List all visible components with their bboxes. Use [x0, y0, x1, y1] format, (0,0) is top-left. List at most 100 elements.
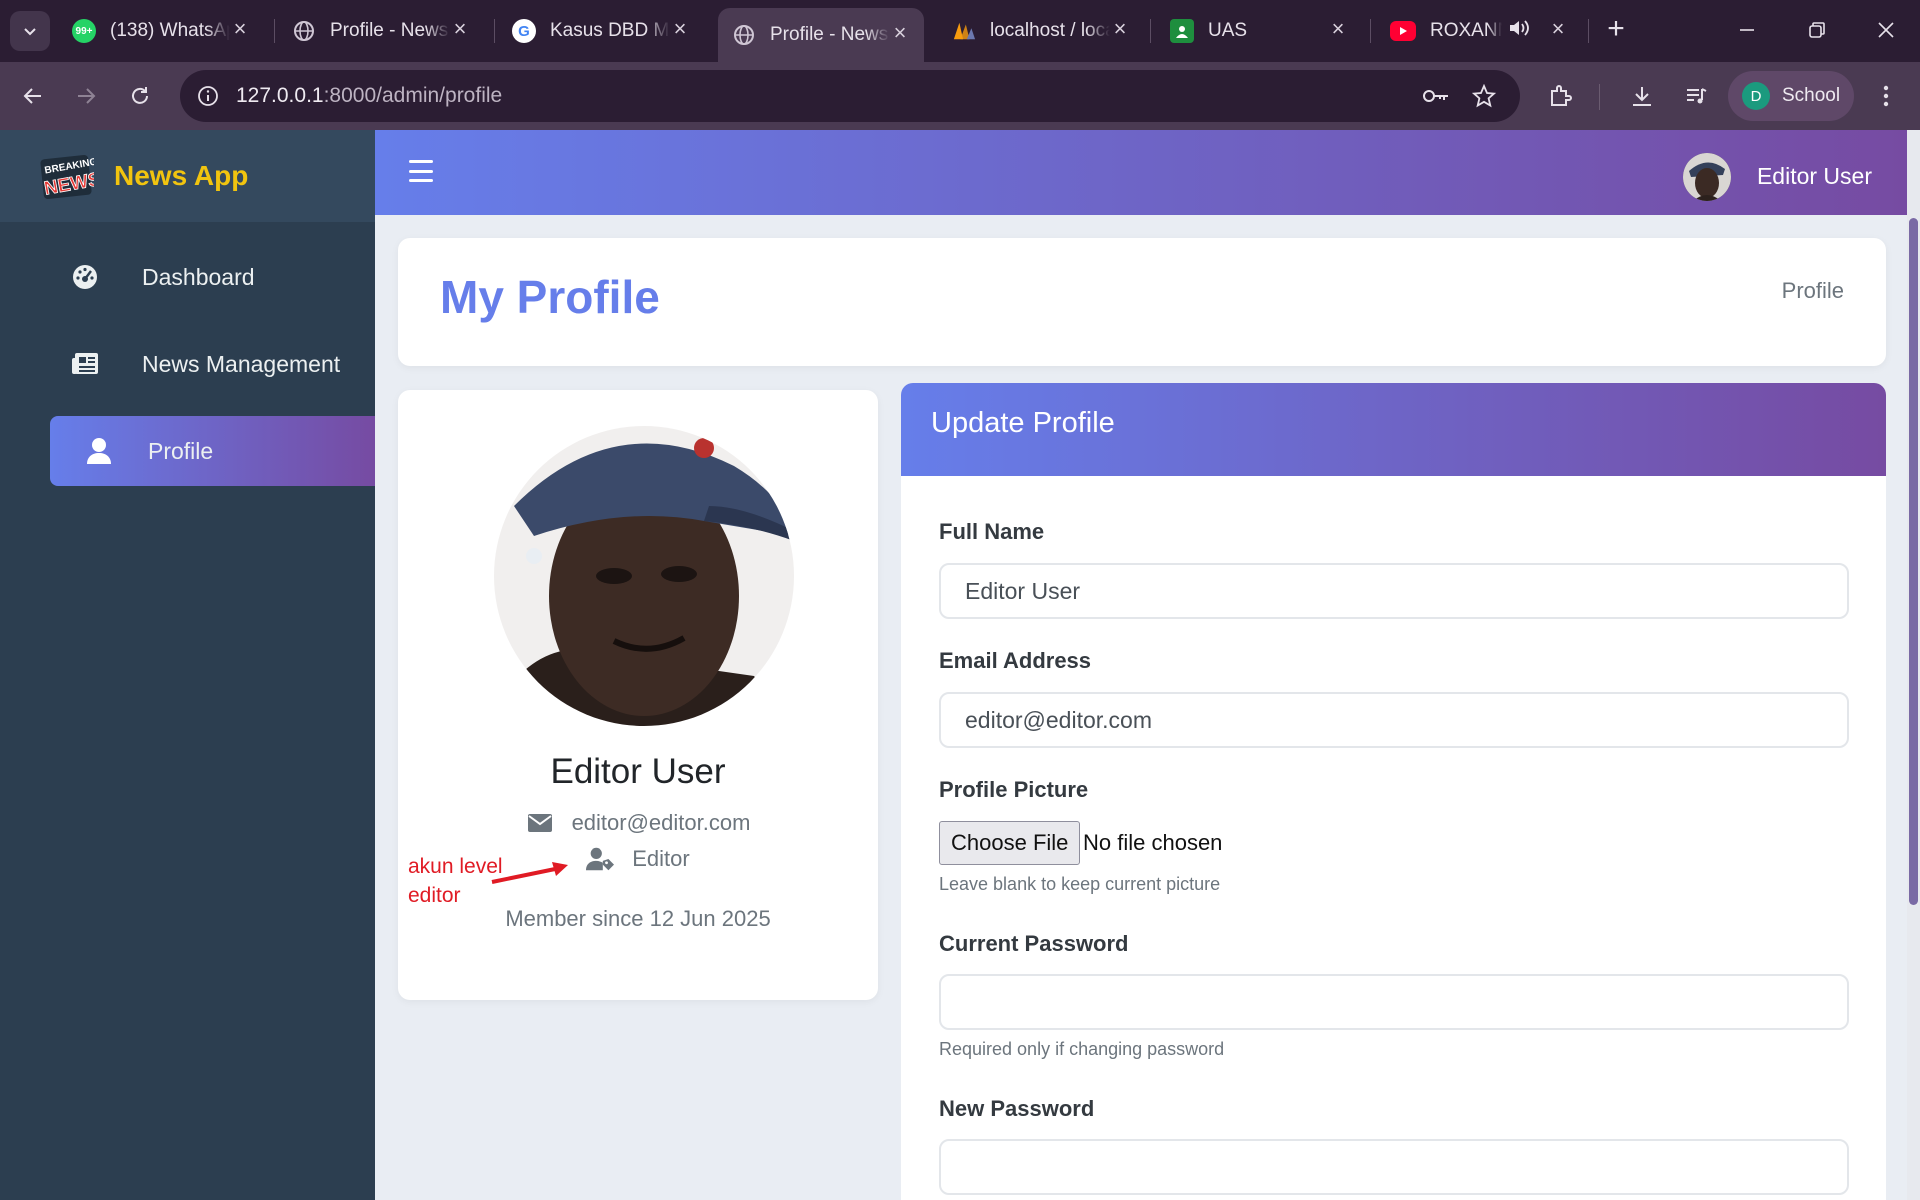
tab-separator	[1150, 19, 1151, 43]
close-icon[interactable]: ×	[1546, 18, 1570, 42]
browser-tab-uas[interactable]: UAS ×	[1156, 8, 1362, 54]
extensions-icon[interactable]	[1545, 80, 1577, 112]
current-password-input[interactable]	[939, 974, 1849, 1030]
current-password-label: Current Password	[939, 931, 1129, 956]
sidebar: BREAKING NEWS News App Dashboard News Ma…	[0, 130, 375, 1200]
close-icon[interactable]: ×	[1326, 18, 1350, 42]
profile-name: School	[1782, 85, 1841, 106]
toolbar-separator	[1599, 84, 1600, 110]
breadcrumb: Profile	[1781, 278, 1844, 303]
classroom-icon	[1170, 19, 1194, 43]
profile-picture	[494, 426, 794, 726]
email-label: Email Address	[939, 648, 1092, 673]
tab-title: Kasus DBD Meningkat	[550, 20, 670, 41]
browser-tab-profile-1[interactable]: Profile - News App ×	[278, 8, 484, 54]
tab-title: UAS	[1208, 20, 1248, 41]
tab-title: (138) WhatsApp	[110, 20, 230, 41]
brand-name: News App	[114, 160, 249, 191]
speaker-icon[interactable]	[1508, 18, 1530, 44]
sidebar-item-dashboard[interactable]: Dashboard	[50, 242, 375, 312]
address-bar[interactable]: 127.0.0.1:8000/admin/profile	[180, 70, 1520, 122]
browser-tab-bar: 99+ (138) WhatsApp × Profile - News App …	[0, 0, 1920, 62]
page-header-card: My Profile Profile	[398, 238, 1886, 366]
browser-profile-chip[interactable]: D School	[1728, 71, 1854, 121]
app-topbar: Editor User	[375, 130, 1907, 215]
file-status: No file chosen	[1083, 830, 1223, 855]
sidebar-item-label: Dashboard	[142, 263, 255, 290]
full-name-input[interactable]	[939, 563, 1849, 619]
sidebar-item-profile[interactable]: Profile	[50, 416, 375, 486]
restore-button[interactable]	[1792, 8, 1842, 52]
profile-name: Editor User	[550, 752, 726, 791]
url-path: :8000/admin/profile	[323, 84, 503, 107]
new-tab-button[interactable]: +	[1598, 12, 1634, 48]
browser-toolbar: 127.0.0.1:8000/admin/profile D School	[0, 62, 1920, 130]
dashboard-gauge-icon	[70, 262, 100, 292]
picture-help-text: Leave blank to keep current picture	[939, 874, 1221, 894]
tab-title: Profile - News App	[330, 20, 450, 41]
browser-menu-icon[interactable]	[1870, 80, 1902, 112]
restore-icon	[1809, 22, 1825, 38]
sidebar-item-label: News Management	[142, 350, 341, 377]
page-scrollbar-thumb[interactable]	[1909, 218, 1918, 905]
user-avatar[interactable]	[1683, 153, 1731, 201]
minimize-button[interactable]	[1722, 8, 1772, 52]
close-icon[interactable]: ×	[888, 22, 912, 46]
choose-file-button[interactable]: Choose File	[939, 821, 1081, 865]
brand[interactable]: BREAKING NEWS News App	[0, 130, 375, 222]
tab-search-button[interactable]	[10, 11, 50, 51]
google-icon: G	[512, 19, 536, 43]
url-text: 127.0.0.1:8000/admin/profile	[236, 84, 502, 108]
url-host: 127.0.0.1	[236, 84, 324, 107]
browser-tab-whatsapp[interactable]: 99+ (138) WhatsApp ×	[58, 8, 264, 54]
globe-icon	[292, 19, 316, 43]
password-key-icon[interactable]	[1422, 82, 1450, 110]
close-icon	[1878, 22, 1894, 38]
back-button[interactable]	[13, 76, 53, 116]
sidebar-item-label: Profile	[148, 437, 214, 464]
forward-button[interactable]	[66, 76, 106, 116]
close-icon[interactable]: ×	[668, 18, 692, 42]
tab-title: ROXANNE	[1430, 20, 1502, 41]
phpmyadmin-icon	[952, 19, 976, 43]
arrow-right-icon	[78, 88, 96, 104]
profile-email-row: editor@editor.com	[398, 810, 878, 836]
youtube-icon	[1390, 21, 1416, 41]
profile-initial-avatar: D	[1742, 82, 1770, 110]
download-icon[interactable]	[1626, 80, 1658, 112]
reload-button[interactable]	[120, 76, 160, 116]
profile-picture-label: Profile Picture	[939, 777, 1089, 802]
site-info-icon[interactable]	[194, 82, 222, 110]
red-annotation-arrow-icon	[491, 862, 568, 884]
hamburger-menu-icon[interactable]	[409, 160, 433, 182]
tab-title: Profile - News App	[770, 24, 890, 45]
new-password-input[interactable]	[939, 1139, 1849, 1195]
globe-icon	[732, 23, 756, 47]
browser-tab-youtube[interactable]: ROXANNE ×	[1376, 8, 1582, 54]
browser-tab-phpmyadmin[interactable]: localhost / localhost ×	[938, 8, 1144, 54]
new-password-label: New Password	[939, 1096, 1095, 1121]
update-profile-title: Update Profile	[931, 407, 1115, 439]
profile-role: Editor	[632, 846, 690, 871]
breaking-news-logo: BREAKING NEWS	[38, 151, 103, 201]
page-title: My Profile	[440, 271, 660, 323]
browser-tab-profile-active[interactable]: Profile - News App ×	[718, 8, 924, 62]
close-icon[interactable]: ×	[448, 18, 472, 42]
current-password-help-text: Required only if changing password	[939, 1039, 1225, 1059]
chevron-down-icon	[24, 28, 36, 36]
topbar-username[interactable]: Editor User	[1757, 163, 1872, 190]
email-input[interactable]	[939, 692, 1849, 748]
minimize-icon	[1740, 29, 1754, 31]
browser-tab-google[interactable]: G Kasus DBD Meningkat ×	[498, 8, 704, 54]
media-control-icon[interactable]	[1680, 80, 1712, 112]
bookmark-star-icon[interactable]	[1470, 82, 1498, 110]
sidebar-item-news-management[interactable]: News Management	[50, 329, 375, 399]
close-icon[interactable]: ×	[1108, 18, 1132, 42]
close-icon[interactable]: ×	[228, 18, 252, 42]
close-window-button[interactable]	[1861, 8, 1911, 52]
user-tag-icon	[586, 847, 615, 871]
profile-email: editor@editor.com	[571, 810, 751, 835]
newspaper-icon	[70, 349, 100, 379]
tab-title: localhost / localhost	[990, 20, 1110, 41]
reload-icon	[132, 87, 148, 104]
